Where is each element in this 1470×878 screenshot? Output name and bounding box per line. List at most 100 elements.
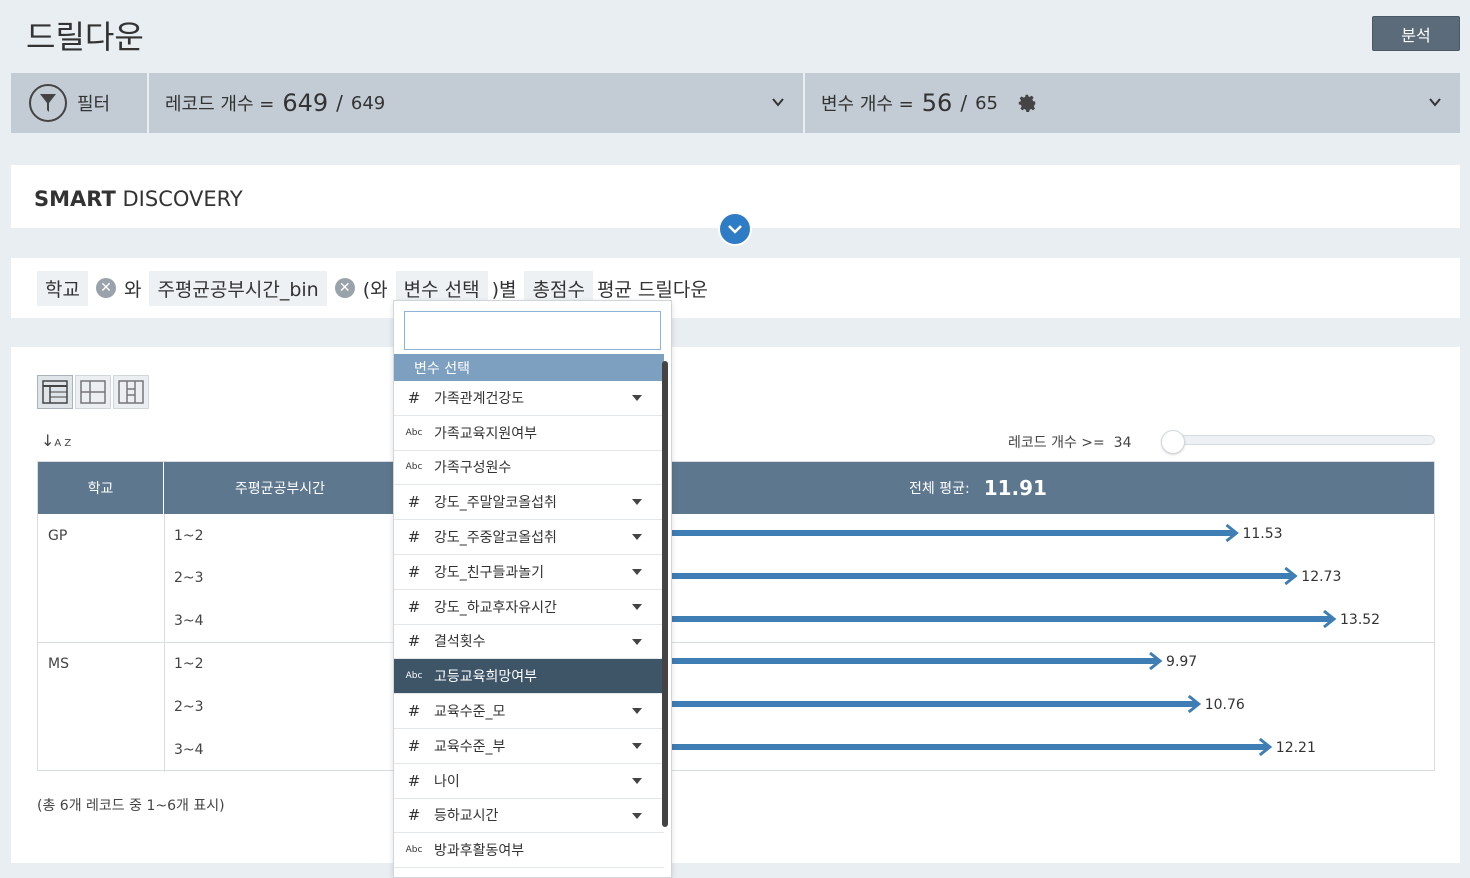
variable-count-total: 65 <box>975 92 998 114</box>
variable-option-label: 강도_친구들과놀기 <box>434 564 545 581</box>
row-bin-ms-1: 1~2 <box>174 656 204 672</box>
expand-caret-icon[interactable] <box>632 708 642 715</box>
query-chip-school[interactable]: 학교 <box>37 270 88 306</box>
record-filter-slider-handle[interactable] <box>1161 430 1185 454</box>
variable-option[interactable]: # 등하교시간 <box>394 799 664 834</box>
variable-option[interactable]: # 가족관계건강도 <box>394 381 664 416</box>
filter-label: 필터 <box>77 94 111 115</box>
smart-discovery-title-bold: SMART <box>34 187 116 211</box>
table-view-icon <box>42 380 68 404</box>
record-count-separator: / <box>336 91 343 115</box>
numeric-type-icon: # <box>407 806 421 825</box>
variable-option-label: 나이 <box>434 773 460 790</box>
record-count-dropdown[interactable]: 레코드 개수 = 649 / 649 <box>149 73 805 133</box>
drilldown-query-bar: 학교 ✕ 와 주평균공부시간_bin ✕ (와 변수 선택 )별 총점수 평균 … <box>11 258 1460 318</box>
variable-count-selected: 56 <box>921 89 953 117</box>
query-chip-study-time[interactable]: 주평균공부시간_bin <box>149 270 327 306</box>
variable-option[interactable]: # 결석횟수 <box>394 625 664 660</box>
numeric-type-icon: # <box>407 562 421 581</box>
record-count-selected: 649 <box>282 89 329 117</box>
variable-option[interactable]: # 교육수준_부 <box>394 729 664 764</box>
query-tail-text: 평균 드릴다운 <box>596 278 708 301</box>
variable-option[interactable]: # 교육수준_모 <box>394 694 664 729</box>
expand-caret-icon[interactable] <box>632 603 642 610</box>
remove-chip-school-icon[interactable]: ✕ <box>95 278 116 298</box>
record-count-total: 649 <box>350 92 386 114</box>
smart-discovery-toggle[interactable] <box>718 212 752 246</box>
page-title: 드릴다운 <box>26 18 144 56</box>
variable-option[interactable]: Abc 가족교육지원여부 <box>394 416 664 451</box>
filter-toggle[interactable]: 필터 <box>11 73 149 133</box>
query-paren-close: )별 <box>491 278 517 301</box>
expand-caret-icon[interactable] <box>632 395 642 401</box>
row-bin-gp-2: 2~3 <box>174 570 204 586</box>
gear-icon[interactable] <box>1016 92 1038 114</box>
variable-list-scrollbar[interactable] <box>662 361 668 827</box>
drilldown-table: 학교 주평균공부시간 전체 평균: 11.91 GP 1~2 2~3 3~4 M… <box>37 461 1435 772</box>
column-header-school[interactable]: 학교 <box>38 462 164 514</box>
record-filter-slider-track[interactable] <box>1161 435 1435 445</box>
expand-caret-icon[interactable] <box>632 777 642 784</box>
analyze-button[interactable]: 분석 <box>1372 16 1460 51</box>
variable-option-label: 결석횟수 <box>434 634 486 651</box>
column-header-study-time[interactable]: 주평균공부시간 <box>165 462 395 514</box>
query-and-text: 와 <box>123 278 142 301</box>
expand-caret-icon[interactable] <box>632 568 642 575</box>
table-footer-note: (총 6개 레코드 중 1~6개 표시) <box>37 798 225 814</box>
variable-option[interactable]: # 나이 <box>394 764 664 799</box>
variable-list: 변수 선택 # 가족관계건강도 Abc 가족교육지원여부 Abc 가족구성원수 # 강도_주말… <box>394 354 664 869</box>
variable-option-label: 방과후활동여부 <box>434 843 525 860</box>
numeric-type-icon: # <box>407 702 421 721</box>
variable-option[interactable]: # 강도_하교후자유시간 <box>394 590 664 625</box>
remove-chip-study-time-icon[interactable]: ✕ <box>334 278 355 298</box>
variable-search-input[interactable] <box>404 311 661 350</box>
record-count-label: 레코드 개수 = <box>165 94 275 115</box>
chevron-down-icon <box>728 225 742 234</box>
numeric-type-icon: # <box>407 528 421 547</box>
split-view-button[interactable] <box>75 375 111 409</box>
expand-caret-icon[interactable] <box>632 534 642 541</box>
overall-average-value: 11.91 <box>983 476 1047 500</box>
overall-average-label: 전체 평균: <box>909 481 970 497</box>
table-header: 학교 주평균공부시간 전체 평균: 11.91 <box>38 462 1434 514</box>
variable-option[interactable]: Abc 고등교육희망여부 <box>394 659 664 695</box>
numeric-type-icon: # <box>407 632 421 651</box>
variable-option-label: 가족교육지원여부 <box>434 425 538 442</box>
sort-az-icon[interactable]: ↓A Z <box>41 431 71 450</box>
variable-option-label: 등하교시간 <box>434 808 499 825</box>
pivot-view-button[interactable] <box>113 375 149 409</box>
variable-list-header: 변수 선택 <box>394 354 664 381</box>
variable-option[interactable]: # 강도_주중알코올섭취 <box>394 520 664 555</box>
variable-option[interactable]: Abc 가족구성원수 <box>394 451 664 486</box>
expand-caret-icon[interactable] <box>632 742 642 749</box>
view-mode-buttons <box>37 375 149 409</box>
smart-discovery-title-rest: DISCOVERY <box>122 187 243 211</box>
variable-option-label: 고등교육희망여부 <box>434 669 538 686</box>
variable-option[interactable]: # 강도_친구들과놀기 <box>394 555 664 590</box>
variable-option-label: 강도_주중알코올섭취 <box>434 530 557 547</box>
row-bin-gp-3: 3~4 <box>174 613 204 629</box>
record-filter-value: 34 <box>1113 435 1132 451</box>
variable-option[interactable]: Abc 방과후활동여부 <box>394 833 664 869</box>
table-view-button[interactable] <box>37 375 73 409</box>
numeric-type-icon: # <box>407 736 421 755</box>
variable-count-separator: / <box>960 91 968 115</box>
chevron-down-icon <box>772 98 784 107</box>
chevron-down-icon <box>1429 98 1441 107</box>
variable-option[interactable]: # 강도_주말알코올섭취 <box>394 485 664 521</box>
numeric-type-icon: # <box>407 388 421 407</box>
variable-option-label: 가족구성원수 <box>434 460 512 477</box>
string-type-icon: Abc <box>405 462 423 473</box>
expand-caret-icon[interactable] <box>632 812 642 819</box>
variable-count-dropdown[interactable]: 변수 개수 = 56 / 65 <box>805 73 1460 133</box>
results-panel: ↓A Z 레코드 개수 >= 34 학교 주평균공부시간 전체 평균: 11.9… <box>11 347 1460 863</box>
variable-option-label: 가족관계건강도 <box>434 390 525 407</box>
smart-discovery-title: SMART DISCOVERY <box>34 187 243 211</box>
row-bin-ms-2: 2~3 <box>174 699 204 715</box>
variable-option-label: 교육수준_모 <box>434 704 506 721</box>
expand-caret-icon[interactable] <box>632 499 642 506</box>
variable-option-label: 교육수준_부 <box>434 738 506 755</box>
expand-caret-icon[interactable] <box>632 638 642 645</box>
string-type-icon: Abc <box>405 427 423 438</box>
record-filter-text: 레코드 개수 >= <box>1008 435 1105 451</box>
